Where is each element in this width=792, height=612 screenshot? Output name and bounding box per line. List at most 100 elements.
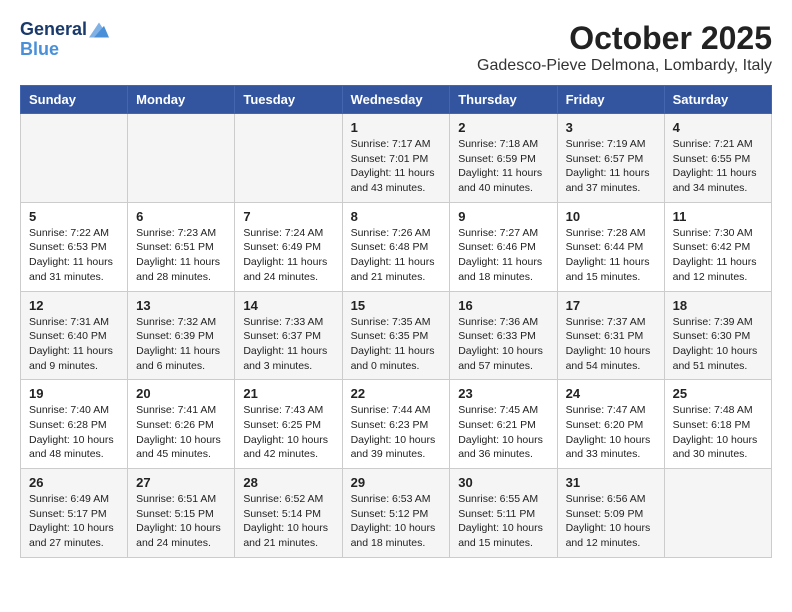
header-saturday: Saturday [664, 86, 771, 114]
header-sunday: Sunday [21, 86, 128, 114]
header-wednesday: Wednesday [342, 86, 450, 114]
calendar-cell-2-0: 12 Sunrise: 7:31 AMSunset: 6:40 PMDayligh… [21, 291, 128, 380]
day-info: Sunrise: 7:28 AMSunset: 6:44 PMDaylight:… [566, 226, 656, 285]
logo: General Blue [20, 20, 109, 60]
day-info: Sunrise: 6:53 AMSunset: 5:12 PMDaylight:… [351, 492, 442, 551]
day-info: Sunrise: 7:36 AMSunset: 6:33 PMDaylight:… [458, 315, 548, 374]
calendar-cell-2-3: 15Sunrise: 7:35 AMSunset: 6:35 PMDayligh… [342, 291, 450, 380]
calendar-cell-1-0: 5 Sunrise: 7:22 AMSunset: 6:53 PMDaylight… [21, 202, 128, 291]
day-info: Sunrise: 7:18 AMSunset: 6:59 PMDaylight:… [458, 137, 548, 196]
week-row-2: 5 Sunrise: 7:22 AMSunset: 6:53 PMDaylight… [21, 202, 772, 291]
logo-text-blue: Blue [20, 39, 59, 59]
title-section: October 2025 Gadesco-Pieve Delmona, Lomb… [477, 20, 772, 75]
day-info: Sunrise: 7:31 AMSunset: 6:40 PMDaylight:… [29, 315, 119, 374]
day-number: 17 [566, 298, 656, 313]
day-info: Sunrise: 7:21 AMSunset: 6:55 PMDaylight:… [673, 137, 763, 196]
header-friday: Friday [557, 86, 664, 114]
day-number: 6 [136, 209, 226, 224]
calendar-cell-2-5: 17Sunrise: 7:37 AMSunset: 6:31 PMDayligh… [557, 291, 664, 380]
day-number: 9 [458, 209, 548, 224]
day-info: Sunrise: 7:19 AMSunset: 6:57 PMDaylight:… [566, 137, 656, 196]
day-number: 24 [566, 386, 656, 401]
calendar-cell-3-0: 19 Sunrise: 7:40 AMSunset: 6:28 PMDayligh… [21, 380, 128, 469]
calendar-cell-0-2 [235, 114, 342, 203]
day-number: 12 [29, 298, 119, 313]
day-info: Sunrise: 7:23 AMSunset: 6:51 PMDaylight:… [136, 226, 226, 285]
day-number: 10 [566, 209, 656, 224]
logo-icon [89, 20, 109, 40]
day-number: 2 [458, 120, 548, 135]
location-title: Gadesco-Pieve Delmona, Lombardy, Italy [477, 57, 772, 75]
header-tuesday: Tuesday [235, 86, 342, 114]
calendar-cell-0-6: 4 Sunrise: 7:21 AMSunset: 6:55 PMDaylight… [664, 114, 771, 203]
day-info: Sunrise: 7:44 AMSunset: 6:23 PMDaylight:… [351, 403, 442, 462]
calendar-cell-1-2: 7Sunrise: 7:24 AMSunset: 6:49 PMDaylight… [235, 202, 342, 291]
day-number: 26 [29, 475, 119, 490]
weekday-header-row: Sunday Monday Tuesday Wednesday Thursday… [21, 86, 772, 114]
month-title: October 2025 [477, 20, 772, 57]
calendar-cell-1-5: 10 Sunrise: 7:28 AMSunset: 6:44 PMDayligh… [557, 202, 664, 291]
week-row-5: 26 Sunrise: 6:49 AMSunset: 5:17 PMDayligh… [21, 469, 772, 558]
calendar-cell-4-2: 28Sunrise: 6:52 AMSunset: 5:14 PMDayligh… [235, 469, 342, 558]
calendar-cell-4-6 [664, 469, 771, 558]
calendar-cell-3-4: 23 Sunrise: 7:45 AMSunset: 6:21 PMDayligh… [450, 380, 557, 469]
day-info: Sunrise: 7:41 AMSunset: 6:26 PMDaylight:… [136, 403, 226, 462]
day-info: Sunrise: 7:22 AMSunset: 6:53 PMDaylight:… [29, 226, 119, 285]
calendar-cell-3-5: 24 Sunrise: 7:47 AMSunset: 6:20 PMDayligh… [557, 380, 664, 469]
day-number: 4 [673, 120, 763, 135]
day-number: 14 [243, 298, 333, 313]
day-number: 29 [351, 475, 442, 490]
day-number: 28 [243, 475, 333, 490]
calendar-cell-2-2: 14 Sunrise: 7:33 AMSunset: 6:37 PMDayligh… [235, 291, 342, 380]
calendar-cell-4-3: 29 Sunrise: 6:53 AMSunset: 5:12 PMDayligh… [342, 469, 450, 558]
day-number: 25 [673, 386, 763, 401]
calendar-cell-0-5: 3 Sunrise: 7:19 AMSunset: 6:57 PMDaylight… [557, 114, 664, 203]
day-info: Sunrise: 7:32 AMSunset: 6:39 PMDaylight:… [136, 315, 226, 374]
day-info: Sunrise: 7:26 AMSunset: 6:48 PMDaylight:… [351, 226, 442, 285]
day-number: 16 [458, 298, 548, 313]
calendar-cell-4-5: 31Sunrise: 6:56 AMSunset: 5:09 PMDayligh… [557, 469, 664, 558]
day-number: 22 [351, 386, 442, 401]
day-number: 19 [29, 386, 119, 401]
calendar-cell-2-1: 13 Sunrise: 7:32 AMSunset: 6:39 PMDayligh… [128, 291, 235, 380]
day-info: Sunrise: 6:56 AMSunset: 5:09 PMDaylight:… [566, 492, 656, 551]
week-row-3: 12 Sunrise: 7:31 AMSunset: 6:40 PMDayligh… [21, 291, 772, 380]
calendar-cell-3-1: 20Sunrise: 7:41 AMSunset: 6:26 PMDayligh… [128, 380, 235, 469]
calendar-cell-4-0: 26 Sunrise: 6:49 AMSunset: 5:17 PMDayligh… [21, 469, 128, 558]
day-number: 3 [566, 120, 656, 135]
calendar-cell-2-4: 16 Sunrise: 7:36 AMSunset: 6:33 PMDayligh… [450, 291, 557, 380]
calendar-cell-0-4: 2 Sunrise: 7:18 AMSunset: 6:59 PMDaylight… [450, 114, 557, 203]
day-info: Sunrise: 7:43 AMSunset: 6:25 PMDaylight:… [243, 403, 333, 462]
calendar-cell-1-3: 8 Sunrise: 7:26 AMSunset: 6:48 PMDaylight… [342, 202, 450, 291]
day-number: 5 [29, 209, 119, 224]
calendar-cell-1-6: 11Sunrise: 7:30 AMSunset: 6:42 PMDayligh… [664, 202, 771, 291]
day-number: 23 [458, 386, 548, 401]
day-info: Sunrise: 7:48 AMSunset: 6:18 PMDaylight:… [673, 403, 763, 462]
calendar-cell-3-6: 25 Sunrise: 7:48 AMSunset: 6:18 PMDayligh… [664, 380, 771, 469]
day-info: Sunrise: 7:33 AMSunset: 6:37 PMDaylight:… [243, 315, 333, 374]
day-info: Sunrise: 7:27 AMSunset: 6:46 PMDaylight:… [458, 226, 548, 285]
calendar-cell-4-1: 27Sunrise: 6:51 AMSunset: 5:15 PMDayligh… [128, 469, 235, 558]
page-container: General Blue October 2025 Gadesco-Pieve … [20, 20, 772, 558]
day-info: Sunrise: 7:47 AMSunset: 6:20 PMDaylight:… [566, 403, 656, 462]
day-number: 15 [351, 298, 442, 313]
day-number: 13 [136, 298, 226, 313]
day-info: Sunrise: 7:24 AMSunset: 6:49 PMDaylight:… [243, 226, 333, 285]
header-thursday: Thursday [450, 86, 557, 114]
day-info: Sunrise: 6:49 AMSunset: 5:17 PMDaylight:… [29, 492, 119, 551]
calendar-cell-0-1 [128, 114, 235, 203]
day-info: Sunrise: 7:40 AMSunset: 6:28 PMDaylight:… [29, 403, 119, 462]
calendar-cell-0-0 [21, 114, 128, 203]
calendar-cell-0-3: 1Sunrise: 7:17 AMSunset: 7:01 PMDaylight… [342, 114, 450, 203]
day-info: Sunrise: 7:39 AMSunset: 6:30 PMDaylight:… [673, 315, 763, 374]
day-info: Sunrise: 7:30 AMSunset: 6:42 PMDaylight:… [673, 226, 763, 285]
calendar-cell-1-1: 6 Sunrise: 7:23 AMSunset: 6:51 PMDaylight… [128, 202, 235, 291]
day-info: Sunrise: 7:17 AMSunset: 7:01 PMDaylight:… [351, 137, 442, 196]
header-monday: Monday [128, 86, 235, 114]
day-number: 8 [351, 209, 442, 224]
calendar-table: Sunday Monday Tuesday Wednesday Thursday… [20, 85, 772, 558]
day-number: 30 [458, 475, 548, 490]
day-info: Sunrise: 7:45 AMSunset: 6:21 PMDaylight:… [458, 403, 548, 462]
day-number: 21 [243, 386, 333, 401]
week-row-4: 19 Sunrise: 7:40 AMSunset: 6:28 PMDayligh… [21, 380, 772, 469]
